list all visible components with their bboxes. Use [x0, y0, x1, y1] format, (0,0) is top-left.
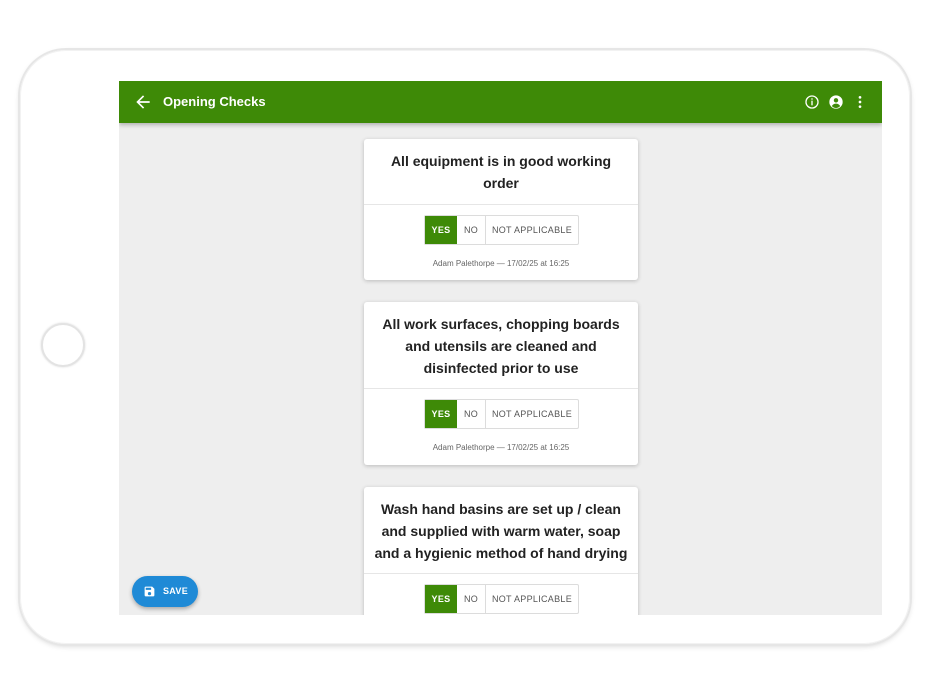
save-button[interactable]: SAVE	[132, 576, 198, 607]
arrow-left-icon[interactable]	[133, 92, 153, 112]
no-option[interactable]: NO	[457, 400, 486, 428]
no-option[interactable]: NO	[457, 216, 486, 244]
check-card: All work surfaces, chopping boards and u…	[364, 302, 638, 465]
answer-meta: Adam Palethorpe — 17/02/25 at 16:25	[432, 443, 570, 452]
card-divider	[364, 204, 638, 205]
app-bar: Opening Checks	[119, 81, 882, 123]
more-vert-icon[interactable]	[852, 94, 868, 110]
answer-segmented-control: YES NO NOT APPLICABLE	[424, 399, 579, 429]
card-divider	[364, 388, 638, 389]
card-divider	[364, 573, 638, 574]
answer-segmented-control: YES NO NOT APPLICABLE	[424, 584, 579, 614]
yes-option[interactable]: YES	[425, 216, 457, 244]
answer-meta: Adam Palethorpe — 17/02/25 at 16:25	[432, 259, 570, 268]
not-applicable-option[interactable]: NOT APPLICABLE	[486, 585, 578, 613]
yes-option[interactable]: YES	[425, 585, 457, 613]
check-question: Wash hand basins are set up / clean and …	[374, 501, 628, 561]
page-title: Opening Checks	[163, 94, 266, 109]
save-button-label: SAVE	[163, 586, 189, 596]
app-screen: Opening Checks All equipment is in good …	[119, 81, 882, 615]
account-icon[interactable]	[828, 94, 844, 110]
not-applicable-option[interactable]: NOT APPLICABLE	[486, 216, 578, 244]
not-applicable-option[interactable]: NOT APPLICABLE	[486, 400, 578, 428]
floppy-disk-icon	[144, 586, 155, 597]
home-button	[41, 323, 85, 367]
no-option[interactable]: NO	[457, 585, 486, 613]
answer-segmented-control: YES NO NOT APPLICABLE	[424, 215, 579, 245]
check-card: All equipment is in good working order Y…	[364, 139, 638, 280]
check-question: All work surfaces, chopping boards and u…	[382, 316, 620, 376]
check-question: All equipment is in good working order	[390, 153, 612, 191]
yes-option[interactable]: YES	[425, 400, 457, 428]
check-card: Wash hand basins are set up / clean and …	[364, 487, 638, 615]
info-icon[interactable]	[804, 94, 820, 110]
